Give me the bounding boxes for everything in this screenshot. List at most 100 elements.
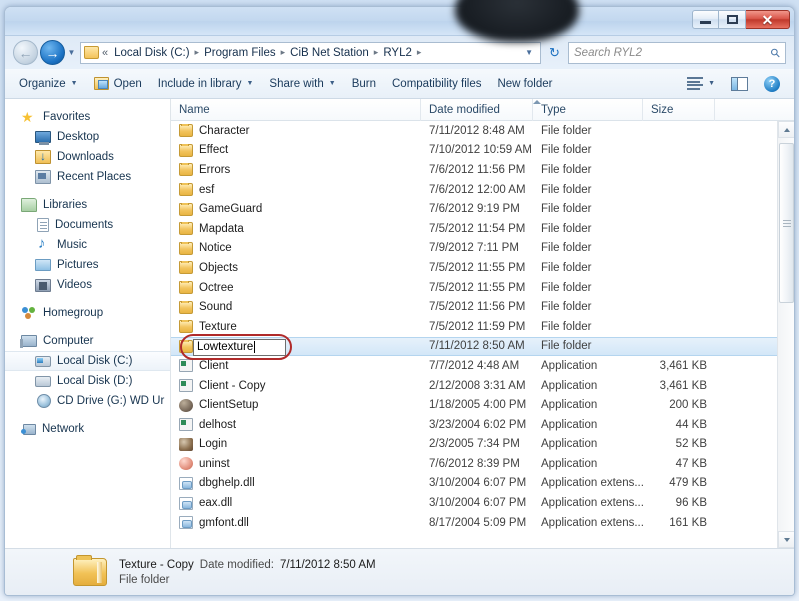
sidebar-item-music[interactable]: Music: [5, 235, 170, 255]
chevron-right-icon[interactable]: ▸: [374, 47, 379, 58]
table-row[interactable]: Sound 7/5/2012 11:56 PM File folder: [171, 297, 777, 317]
file-type-cell: File folder: [541, 203, 592, 216]
search-input[interactable]: Search RYL2 ⚲: [568, 41, 786, 64]
chevron-down-icon[interactable]: ▼: [520, 48, 538, 57]
breadcrumb[interactable]: « Local Disk (C:) ▸ Program Files ▸ CiB …: [80, 41, 541, 64]
table-row[interactable]: GameGuard 7/6/2012 9:19 PM File folder: [171, 199, 777, 219]
table-row[interactable]: Objects 7/5/2012 11:55 PM File folder: [171, 258, 777, 278]
file-rows[interactable]: Character 7/11/2012 8:48 AM File folder Eff…: [171, 121, 777, 548]
table-row[interactable]: Texture 7/5/2012 11:59 PM File folder: [171, 317, 777, 337]
login-icon: [179, 437, 193, 451]
sidebar-item-libraries[interactable]: Libraries: [5, 195, 170, 215]
chevron-right-icon[interactable]: ▸: [281, 47, 286, 58]
include-in-library-button[interactable]: Include in library ▼: [150, 73, 262, 95]
organize-button[interactable]: Organize ▼: [11, 73, 86, 95]
sidebar-item-homegroup[interactable]: Homegroup: [5, 303, 170, 323]
sidebar-item-documents[interactable]: Documents: [5, 215, 170, 235]
table-row[interactable]: delhost 3/23/2004 6:02 PM Application 44 KB: [171, 415, 777, 435]
sidebar-item-favorites[interactable]: Favorites: [5, 107, 170, 127]
table-row[interactable]: Effect 7/10/2012 10:59 AM File folder: [171, 141, 777, 161]
table-row[interactable]: Login 2/3/2005 7:34 PM Application 52 KB: [171, 435, 777, 455]
column-header-type[interactable]: Type: [533, 99, 643, 121]
rename-input[interactable]: Lowtexture: [193, 338, 286, 356]
navigation-pane[interactable]: Favorites Desktop Downloads Recent Place…: [5, 99, 171, 548]
history-dropdown-icon[interactable]: ▼: [65, 48, 78, 57]
open-button[interactable]: Open: [86, 73, 150, 95]
table-row[interactable]: Mapdata 7/5/2012 11:54 PM File folder: [171, 219, 777, 239]
file-size-cell: 161 KB: [669, 516, 707, 529]
sidebar-label-recent-places: Recent Places: [57, 171, 132, 183]
scroll-down-button[interactable]: [778, 531, 794, 548]
new-folder-button[interactable]: New folder: [489, 73, 560, 95]
chevron-right-icon[interactable]: ▸: [417, 47, 422, 58]
maximize-button[interactable]: [719, 10, 746, 29]
table-row[interactable]: esf 7/6/2012 12:00 AM File folder: [171, 180, 777, 200]
table-row[interactable]: dbghelp.dll 3/10/2004 6:07 PM Application …: [171, 474, 777, 494]
share-with-button[interactable]: Share with ▼: [261, 73, 343, 95]
back-button[interactable]: ←: [13, 40, 38, 65]
preview-pane-button[interactable]: [723, 73, 756, 95]
folder-icon: [179, 261, 193, 275]
details-line-primary: Texture - Copy Date modified: 7/11/2012 …: [119, 559, 376, 571]
column-header-size[interactable]: Size: [643, 99, 715, 121]
sidebar-item-desktop[interactable]: Desktop: [5, 127, 170, 147]
column-header-name[interactable]: Name: [171, 99, 421, 121]
sidebar-item-computer[interactable]: Computer: [5, 331, 170, 351]
dll-icon: [179, 496, 193, 510]
burn-button[interactable]: Burn: [344, 73, 384, 95]
chevron-down-icon: ▼: [328, 80, 336, 87]
file-name-cell: GameGuard: [171, 202, 421, 216]
table-row[interactable]: uninst 7/6/2012 8:39 PM Application 47 KB: [171, 454, 777, 474]
table-row[interactable]: eax.dll 3/10/2004 6:07 PM Application exte…: [171, 493, 777, 513]
application-icon: [179, 418, 193, 432]
file-date-cell: 7/9/2012 7:11 PM: [429, 242, 519, 255]
file-type-cell: File folder: [541, 163, 592, 176]
minimize-button[interactable]: [692, 10, 719, 29]
file-name-label: dbghelp.dll: [199, 477, 255, 490]
scrollbar-thumb[interactable]: [779, 143, 794, 303]
sidebar-item-videos[interactable]: Videos: [5, 275, 170, 295]
breadcrumb-item-ryl2[interactable]: RYL2: [381, 46, 414, 60]
dll-icon: [179, 476, 193, 490]
sidebar-item-downloads[interactable]: Downloads: [5, 147, 170, 167]
column-header-date-modified[interactable]: Date modified: [421, 99, 533, 121]
table-row[interactable]: gmfont.dll 8/17/2004 5:09 PM Application e…: [171, 513, 777, 533]
table-row[interactable]: Notice 7/9/2012 7:11 PM File folder: [171, 239, 777, 259]
column-headers: Name Date modified Type Size: [171, 99, 794, 121]
nav-group-favorites: Favorites Desktop Downloads Recent Place…: [5, 107, 170, 187]
table-row[interactable]: ClientSetup 1/18/2005 4:00 PM Application 2…: [171, 395, 777, 415]
sidebar-item-local-disk-d[interactable]: Local Disk (D:): [5, 371, 170, 391]
breadcrumb-item-local-disk[interactable]: Local Disk (C:): [112, 46, 191, 60]
file-name-label: gmfont.dll: [199, 516, 249, 529]
scroll-up-button[interactable]: [778, 121, 794, 138]
sidebar-item-network[interactable]: Network: [5, 419, 170, 439]
sidebar-item-local-disk-c[interactable]: Local Disk (C:): [5, 351, 170, 371]
refresh-icon[interactable]: ↻: [544, 42, 565, 63]
file-name-cell: Lowtexture: [171, 333, 421, 360]
table-row[interactable]: Lowtexture 7/11/2012 8:50 AM File folder: [171, 333, 777, 360]
sidebar-item-cd-drive-g[interactable]: CD Drive (G:) WD Ur: [5, 391, 170, 411]
forward-button[interactable]: →: [40, 40, 65, 65]
change-view-button[interactable]: ▼: [679, 73, 723, 95]
table-row[interactable]: Errors 7/6/2012 11:56 PM File folder: [171, 160, 777, 180]
help-button[interactable]: ?: [756, 73, 788, 95]
file-name-label: Texture: [199, 320, 237, 333]
file-date-cell: 3/10/2004 6:07 PM: [429, 477, 527, 490]
sidebar-item-recent-places[interactable]: Recent Places: [5, 167, 170, 187]
table-row[interactable]: Octree 7/5/2012 11:55 PM File folder: [171, 278, 777, 298]
table-row[interactable]: Character 7/11/2012 8:48 AM File folder: [171, 121, 777, 141]
file-date-cell: 7/7/2012 4:48 AM: [429, 359, 520, 372]
sidebar-item-pictures[interactable]: Pictures: [5, 255, 170, 275]
file-date-cell: 3/23/2004 6:02 PM: [429, 418, 527, 431]
chevron-left-icon[interactable]: «: [102, 47, 108, 59]
breadcrumb-item-program-files[interactable]: Program Files: [202, 46, 278, 60]
file-name-cell: Errors: [171, 163, 421, 177]
compatibility-files-button[interactable]: Compatibility files: [384, 73, 489, 95]
close-button[interactable]: ✕: [746, 10, 790, 29]
vertical-scrollbar[interactable]: [777, 121, 794, 548]
breadcrumb-item-cib-net-station[interactable]: CiB Net Station: [288, 46, 371, 60]
table-row[interactable]: Client 7/7/2012 4:48 AM Application 3,461 K…: [171, 356, 777, 376]
chevron-right-icon[interactable]: ▸: [195, 47, 200, 58]
file-size-cell: 479 KB: [669, 477, 707, 490]
table-row[interactable]: Client - Copy 2/12/2008 3:31 AM Applicatio…: [171, 376, 777, 396]
